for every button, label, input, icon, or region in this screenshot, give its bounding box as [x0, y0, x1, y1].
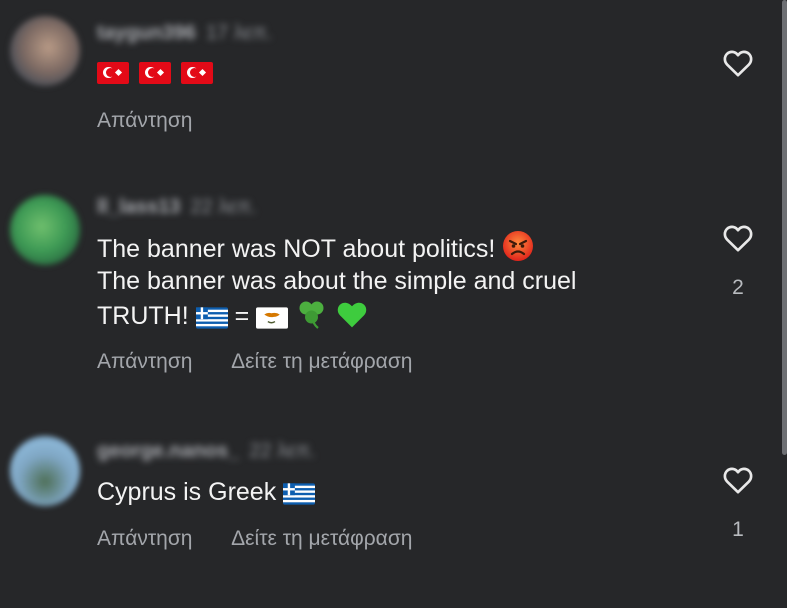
comment-time: 22 λεπ. — [249, 440, 316, 462]
like-count[interactable]: 1 — [720, 518, 756, 542]
greece-flag-icon — [283, 483, 316, 505]
comment-line-text: Cyprus is Greek — [97, 478, 277, 506]
username-text: george.nanos_ — [97, 440, 240, 462]
see-translation-button[interactable]: Δείτε τη μετάφραση — [231, 527, 412, 550]
comment-item: george.nanos_ 22 λεπ. Cyprus is Greek Απά… — [0, 0, 787, 608]
avatar[interactable] — [10, 436, 80, 506]
heart-outline-icon[interactable] — [720, 463, 756, 497]
comment-text: Cyprus is Greek — [97, 476, 316, 508]
comment-username[interactable]: george.nanos_ 22 λεπ. — [97, 440, 315, 463]
scrollbar[interactable] — [782, 0, 787, 455]
comments-page: taygun396 17 λεπ. Απάντηση ll_lass13 22 λε… — [0, 0, 787, 608]
comment-actions: Απάντηση Δείτε τη μετάφραση — [97, 527, 446, 551]
reply-button[interactable]: Απάντηση — [97, 527, 192, 550]
